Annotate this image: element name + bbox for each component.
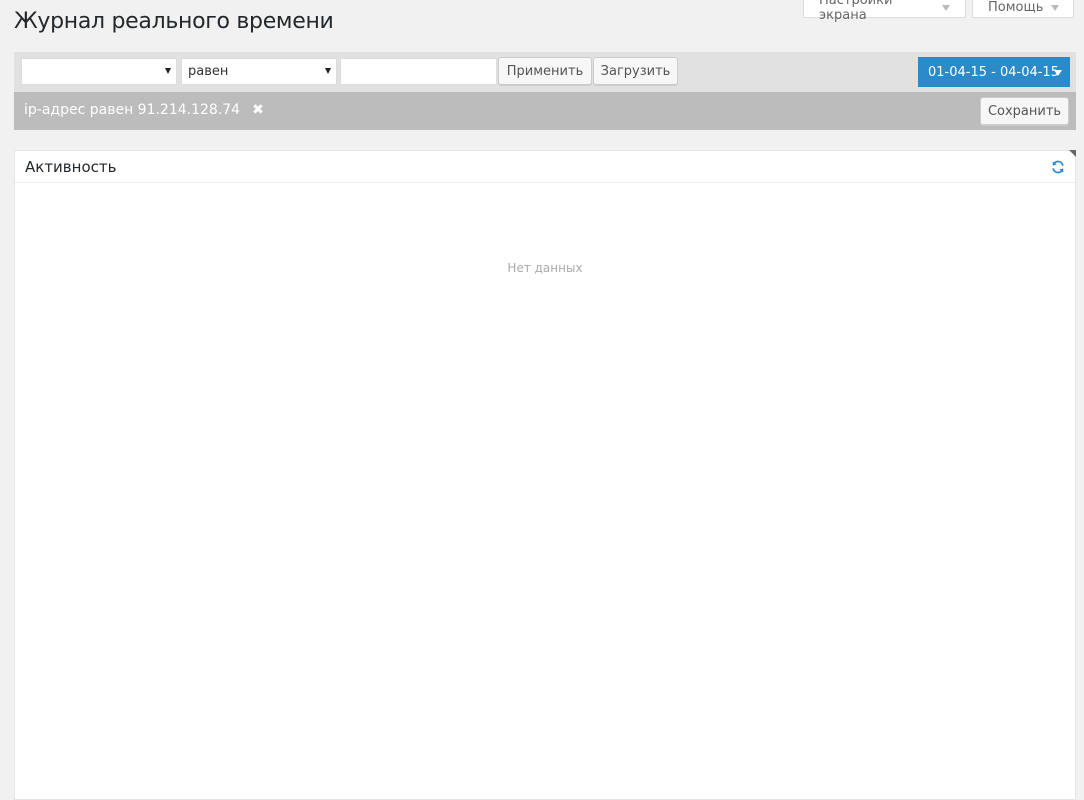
help-label: Помощь <box>988 0 1044 15</box>
panel-corner-toggle[interactable] <box>1069 150 1076 157</box>
refresh-icon[interactable] <box>1051 160 1065 174</box>
empty-state-text: Нет данных <box>507 261 583 275</box>
date-range-label: 01-04-15 - 04-04-15 <box>928 64 1059 80</box>
filter-chip-label: ip-адрес равен 91.214.128.74 <box>24 102 241 118</box>
operator-select-value: равен <box>188 64 229 79</box>
filter-value-input[interactable] <box>340 58 497 85</box>
apply-button[interactable]: Применить <box>498 57 592 85</box>
screen-options-label: Настройки экрана <box>819 0 893 23</box>
operator-select[interactable]: равен <box>181 58 337 85</box>
activity-panel: Активность Нет данных <box>14 150 1076 800</box>
screen-options-button[interactable]: Настройки экрана <box>803 0 966 23</box>
help-button[interactable]: Помощь <box>972 0 1074 18</box>
filter-chip: ip-адрес равен 91.214.128.74 ✖ <box>24 102 264 118</box>
chevron-down-icon <box>942 4 950 11</box>
field-select[interactable] <box>21 58 177 85</box>
panel-title: Активность <box>25 157 117 176</box>
filter-bar: равен Применить Загрузить 01-04-15 - 04-… <box>14 52 1076 92</box>
close-icon[interactable]: ✖ <box>252 102 264 118</box>
chevron-down-icon <box>165 68 171 74</box>
page-title: Журнал реального времени <box>14 9 334 34</box>
active-filters-bar: ip-адрес равен 91.214.128.74 ✖ Сохранить <box>14 92 1076 130</box>
chevron-down-icon <box>325 68 331 74</box>
chevron-down-icon <box>1054 70 1062 76</box>
chevron-down-icon <box>1051 4 1060 11</box>
load-button[interactable]: Загрузить <box>593 57 678 85</box>
panel-header: Активность <box>15 150 1076 183</box>
save-button[interactable]: Сохранить <box>980 97 1069 125</box>
date-range-picker[interactable]: 01-04-15 - 04-04-15 <box>918 57 1070 87</box>
